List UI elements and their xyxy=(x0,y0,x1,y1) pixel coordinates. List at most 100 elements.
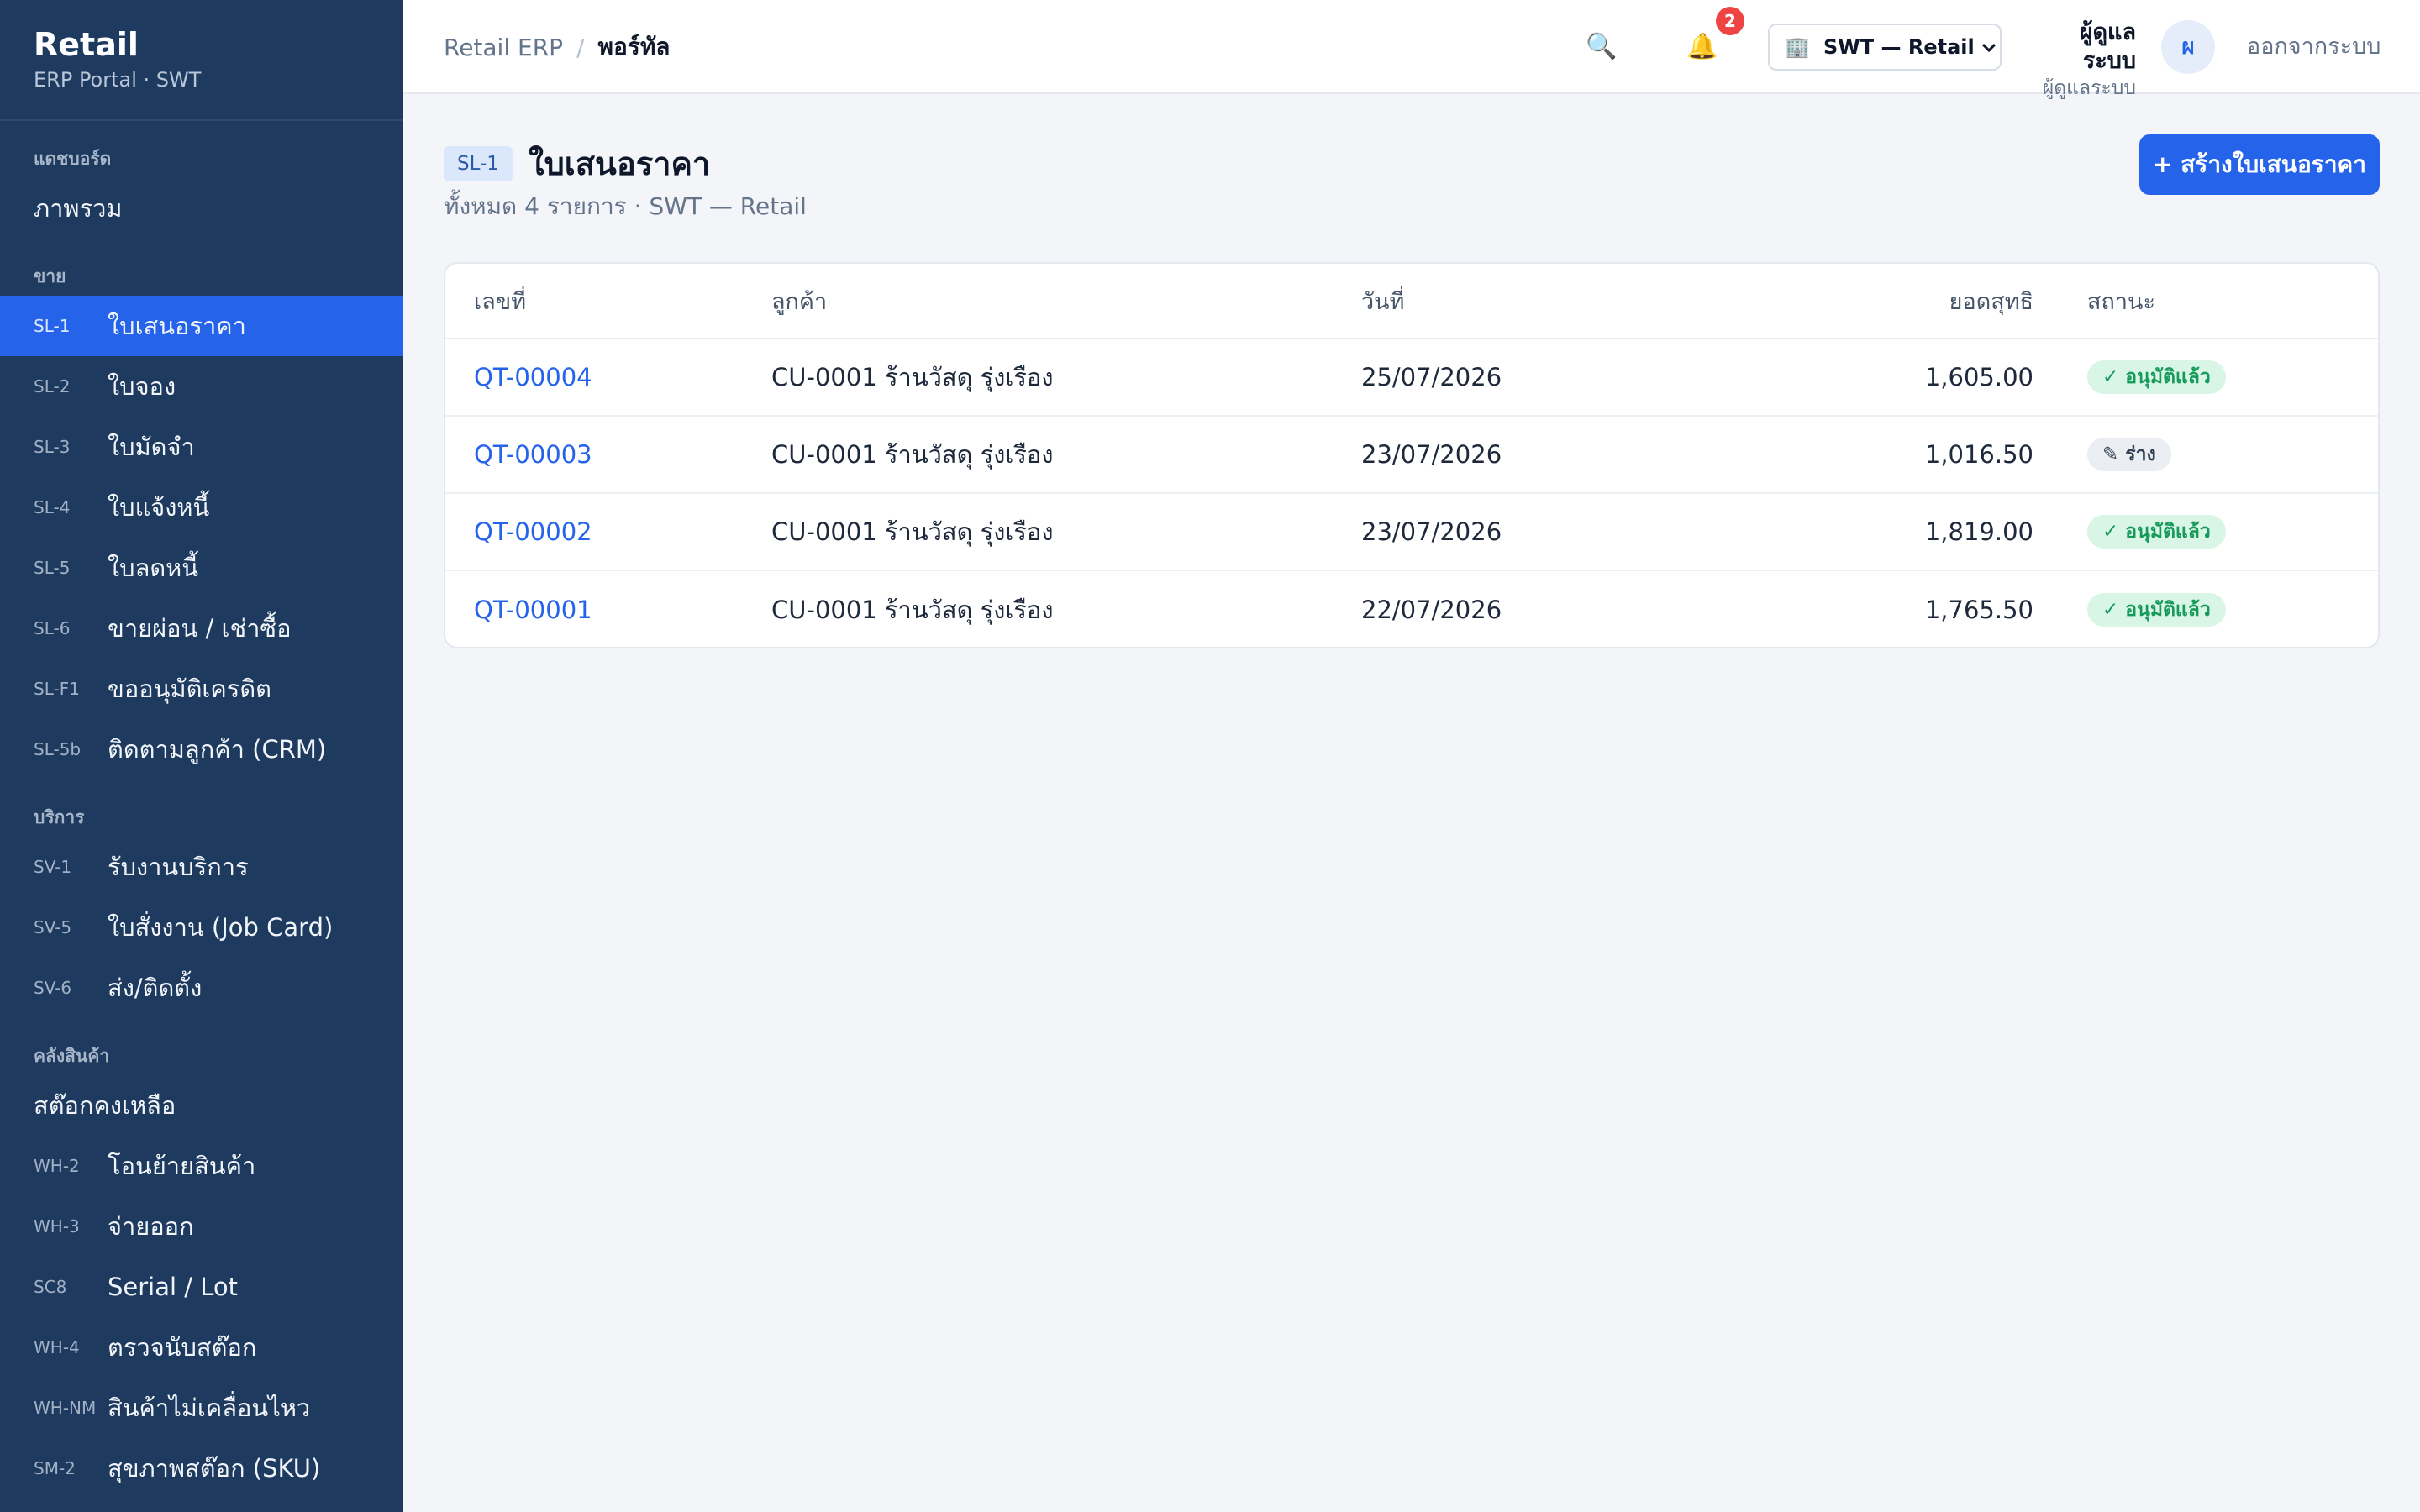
status-badge: ✓ อนุมัติแล้ว xyxy=(2087,593,2226,627)
sidebar-item-label: ติดตามลูกค้า (CRM) xyxy=(108,735,327,764)
sidebar-item[interactable]: SV-6 ส่ง/ติดตั้ง xyxy=(0,958,403,1018)
sidebar-item-code: SC8 xyxy=(34,1277,67,1297)
net-amount-cell: 1,016.50 xyxy=(1924,440,2033,469)
sidebar-item-label: จ่ายออก xyxy=(108,1212,194,1241)
sidebar-section-title: แดชบอร์ด xyxy=(34,149,112,169)
sidebar-item[interactable]: SM-2 สุขภาพสต๊อก (SKU) xyxy=(0,1438,403,1499)
sidebar-item-label: ใบจอง xyxy=(108,372,176,401)
breadcrumb: Retail ERP / พอร์ทัล xyxy=(444,0,670,94)
sidebar-item[interactable]: WH-4 ตรวจนับสต๊อก xyxy=(0,1317,403,1378)
sidebar-item[interactable]: สต๊อกคงเหลือ xyxy=(0,1075,403,1136)
status-cell: ✓ อนุมัติแล้ว xyxy=(2033,515,2226,549)
company-select-value: SWT — Retail xyxy=(1823,35,1975,59)
sidebar-item[interactable]: SV-1 รับงานบริการ xyxy=(0,837,403,897)
sidebar-item[interactable]: ภาพรวม xyxy=(0,178,403,239)
customer-cell: CU-0001 ร้านวัสดุ รุ่งเรือง xyxy=(771,363,1054,391)
sidebar-item-code: WH-3 xyxy=(34,1216,80,1236)
sidebar-item-label: Serial / Lot xyxy=(108,1273,239,1301)
sidebar-item-label: โอนย้ายสินค้า xyxy=(108,1152,256,1180)
sidebar-item[interactable]: SL-2 ใบจอง xyxy=(0,356,403,417)
sidebar-item-label: รับงานบริการ xyxy=(108,853,249,881)
sidebar-item-label: ใบลดหนี้ xyxy=(108,554,199,582)
chevron-down-icon xyxy=(1981,37,1996,57)
sidebar-item-code: SL-6 xyxy=(34,618,71,638)
sidebar-item[interactable]: SC8 Serial / Lot xyxy=(0,1257,403,1317)
date-cell: 22/07/2026 xyxy=(1361,596,1502,624)
page-header: SL-1 ใบเสนอราคา xyxy=(444,138,710,189)
sidebar-item-code: WH-4 xyxy=(34,1337,80,1357)
breadcrumb-current: พอร์ทัล xyxy=(597,33,671,60)
status-badge: ✎ ร่าง xyxy=(2087,438,2171,471)
page-subtitle: ทั้งหมด 4 รายการ · SWT — Retail xyxy=(444,192,807,220)
breadcrumb-root[interactable]: Retail ERP xyxy=(444,34,563,61)
sidebar-item-code: SL-5b xyxy=(34,739,82,759)
sidebar-item[interactable]: WH-NM สินค้าไม่เคลื่อนไหว xyxy=(0,1378,403,1438)
sidebar-item[interactable]: SL-6 ขายผ่อน / เช่าซื้อ xyxy=(0,598,403,659)
customer-cell: CU-0001 ร้านวัสดุ รุ่งเรือง xyxy=(771,596,1054,624)
sidebar-item-label: ส่ง/ติดตั้ง xyxy=(108,974,203,1002)
building-icon: 🏢 xyxy=(1785,35,1810,59)
quotation-table: เลขที่ ลูกค้า วันที่ ยอดสุทธิ สถานะ QT-0… xyxy=(444,262,2380,648)
sidebar-item-label: สินค้าไม่เคลื่อนไหว xyxy=(108,1394,311,1422)
date-cell: 25/07/2026 xyxy=(1361,363,1502,391)
customer-cell: CU-0001 ร้านวัสดุ รุ่งเรือง xyxy=(771,440,1054,469)
status-cell: ✓ อนุมัติแล้ว xyxy=(2033,360,2226,394)
user-name: ผู้ดูแลระบบ xyxy=(2079,19,2136,74)
page-title: ใบเสนอราคา xyxy=(529,145,711,182)
status-cell: ✓ อนุมัติแล้ว xyxy=(2033,593,2226,627)
date-cell: 23/07/2026 xyxy=(1361,440,1502,469)
table-row[interactable]: QT-00002 CU-0001 ร้านวัสดุ รุ่งเรือง 23/07… xyxy=(445,494,2378,571)
sidebar-section-title: คลังสินค้า xyxy=(34,1046,110,1066)
bell-icon[interactable]: 🔔 xyxy=(1686,30,1719,64)
create-quotation-button[interactable]: + สร้างใบเสนอราคา xyxy=(2139,134,2380,195)
sidebar-item-label: ขายผ่อน / เช่าซื้อ xyxy=(108,614,292,643)
sidebar-item[interactable]: SL-5 ใบลดหนี้ xyxy=(0,538,403,598)
breadcrumb-separator: / xyxy=(576,33,585,61)
quotation-number-link[interactable]: QT-00004 xyxy=(445,363,771,391)
logout-link[interactable]: ออกจากระบบ xyxy=(2247,0,2381,94)
topbar: Retail ERP / พอร์ทัล 🔍 🔔 2 🏢 SWT — Retai… xyxy=(403,0,2420,99)
sidebar-section-title: บริการ xyxy=(34,807,85,827)
sidebar-item[interactable]: SL-4 ใบแจ้งหนี้ xyxy=(0,477,403,538)
sidebar-item-label: ใบสั่งงาน (Job Card) xyxy=(108,913,334,942)
sidebar-item[interactable]: WH-3 จ่ายออก xyxy=(0,1196,403,1257)
sidebar-item[interactable]: SL-5b ติดตามลูกค้า (CRM) xyxy=(0,719,403,780)
company-select[interactable]: 🏢 SWT — Retail xyxy=(1768,24,2002,71)
table-row[interactable]: QT-00004 CU-0001 ร้านวัสดุ รุ่งเรือง 25/07… xyxy=(445,339,2378,417)
sidebar-item[interactable]: SL-1 ใบเสนอราคา xyxy=(0,296,403,356)
table-header: เลขที่ ลูกค้า วันที่ ยอดสุทธิ สถานะ xyxy=(445,264,2378,339)
header-number[interactable]: เลขที่ xyxy=(445,283,771,319)
table-row[interactable]: QT-00001 CU-0001 ร้านวัสดุ รุ่งเรือง 22/07… xyxy=(445,571,2378,647)
sidebar-item-label: ตรวจนับสต๊อก xyxy=(108,1333,257,1362)
user-role: ผู้ดูแลระบบ xyxy=(2042,77,2136,99)
sidebar: Retail ERP Portal · SWT แดชบอร์ด ภาพรวม ขา… xyxy=(0,0,403,1512)
sidebar-item-code: WH-NM xyxy=(34,1398,97,1418)
sidebar-item-code: SL-F1 xyxy=(34,679,80,699)
sidebar-item[interactable]: SL-F1 ขออนุมัติเครดิต xyxy=(0,659,403,719)
search-icon[interactable]: 🔍 xyxy=(1585,30,1618,64)
table-row[interactable]: QT-00003 CU-0001 ร้านวัสดุ รุ่งเรือง 23/07… xyxy=(445,417,2378,494)
header-status[interactable]: สถานะ xyxy=(2033,283,2155,319)
header-net[interactable]: ยอดสุทธิ xyxy=(1781,283,2033,319)
quotation-number-link[interactable]: QT-00003 xyxy=(445,440,771,469)
header-date[interactable]: วันที่ xyxy=(1361,283,1781,319)
page-code-badge: SL-1 xyxy=(444,145,513,181)
sidebar-item-label: ใบเสนอราคา xyxy=(108,312,246,340)
sidebar-item[interactable]: SL-3 ใบมัดจำ xyxy=(0,417,403,477)
sidebar-item-code: SL-1 xyxy=(34,316,71,336)
sidebar-item[interactable]: SV-5 ใบสั่งงาน (Job Card) xyxy=(0,897,403,958)
quotation-number-link[interactable]: QT-00002 xyxy=(445,517,771,546)
sidebar-item-label: สต๊อกคงเหลือ xyxy=(34,1091,176,1120)
status-cell: ✎ ร่าง xyxy=(2033,438,2171,471)
sidebar-item-label: สุขภาพสต๊อก (SKU) xyxy=(108,1454,321,1483)
quotation-number-link[interactable]: QT-00001 xyxy=(445,596,771,624)
net-amount-cell: 1,765.50 xyxy=(1924,596,2033,624)
brand-subtitle: ERP Portal · SWT xyxy=(34,68,202,92)
sidebar-item-code: WH-2 xyxy=(34,1156,80,1176)
notification-badge: 2 xyxy=(1716,7,1744,35)
sidebar-item[interactable]: WH-2 โอนย้ายสินค้า xyxy=(0,1136,403,1196)
user-info: ผู้ดูแลระบบ ผู้ดูแลระบบ xyxy=(2027,18,2136,101)
sidebar-item-code: SL-5 xyxy=(34,558,71,578)
avatar[interactable]: ผ xyxy=(2161,20,2215,74)
header-customer[interactable]: ลูกค้า xyxy=(771,283,1361,319)
